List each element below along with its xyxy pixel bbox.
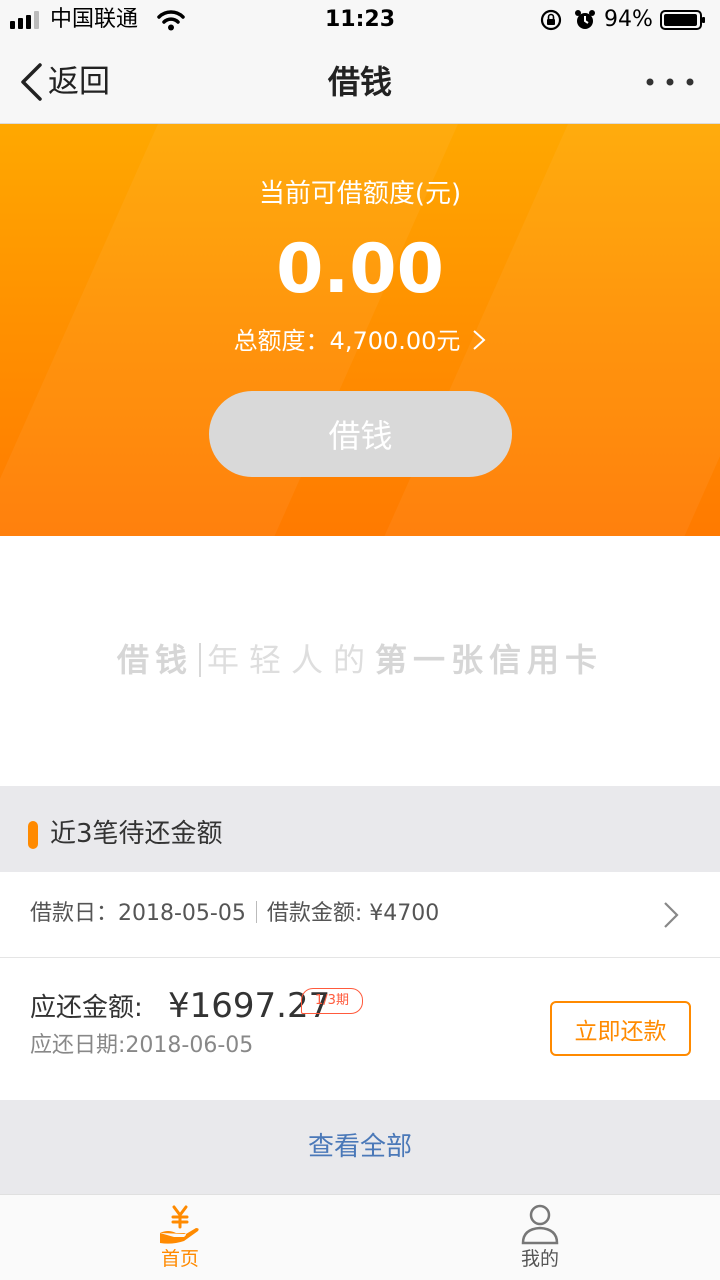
credit-hero: 当前可借额度(元) 0.00 总额度：4,700.00元 借钱 — [0, 124, 720, 536]
view-all-link[interactable]: 查看全部 — [0, 1100, 720, 1194]
loan-info: 借款日：2018-05-05 借款金额: ¥4700 — [30, 898, 439, 930]
status-bar: 中国联通 11:23 94% — [0, 0, 720, 40]
loan-info-divider — [255, 901, 257, 923]
tab-home[interactable]: 首页 — [100, 1195, 260, 1280]
borrow-button[interactable]: 借钱 — [209, 391, 512, 477]
chevron-right-icon — [664, 902, 679, 928]
loan-amount: 借款金额: ¥4700 — [266, 901, 440, 926]
loan-row[interactable]: 借款日：2018-05-05 借款金额: ¥4700 — [0, 872, 720, 958]
total-credit-link[interactable]: 总额度：4,700.00元 — [0, 324, 720, 358]
loan-date: 借款日：2018-05-05 — [30, 901, 246, 926]
total-credit-text: 总额度：4,700.00元 — [233, 327, 461, 355]
slogan-text-bold: 第一张信用卡 — [375, 641, 604, 679]
available-credit-label: 当前可借额度(元) — [258, 179, 462, 209]
slogan-divider — [198, 643, 201, 677]
slogan-brand: 借钱 — [116, 641, 193, 679]
tab-home-label: 首页 — [160, 1248, 199, 1270]
page-title: 借钱 — [327, 63, 392, 101]
slogan: 借钱 年轻人的第一张信用卡 — [0, 638, 720, 682]
section-title: 近3笔待还金额 — [50, 819, 223, 849]
section-accent — [28, 821, 38, 849]
installment-badge: 1/3期 — [301, 988, 363, 1014]
due-row: 应还金额: ¥1697.27 1/3期 应还日期:2018-06-05 立即还款 — [0, 958, 720, 1100]
tab-bar: 首页 我的 — [0, 1194, 720, 1280]
tab-mine-label: 我的 — [520, 1248, 559, 1270]
nav-bar: 返回 借钱 — [0, 40, 720, 124]
alarm-icon — [575, 10, 595, 29]
battery-icon — [660, 10, 705, 30]
yen-hand-icon — [160, 1205, 199, 1244]
rotation-lock-icon — [540, 9, 562, 31]
chevron-right-icon — [473, 330, 486, 350]
battery-percent: 94% — [604, 7, 653, 32]
tab-mine[interactable]: 我的 — [460, 1195, 620, 1280]
more-icon[interactable] — [644, 72, 696, 92]
due-date: 应还日期:2018-06-05 — [30, 1033, 254, 1058]
slogan-text-light: 年轻人的 — [206, 641, 375, 679]
available-credit-amount: 0.00 — [276, 230, 444, 309]
due-amount-label: 应还金额: — [30, 993, 143, 1023]
user-icon — [521, 1204, 559, 1245]
repay-now-button[interactable]: 立即还款 — [550, 1001, 691, 1056]
repayment-section-header: 近3笔待还金额 — [0, 786, 720, 872]
